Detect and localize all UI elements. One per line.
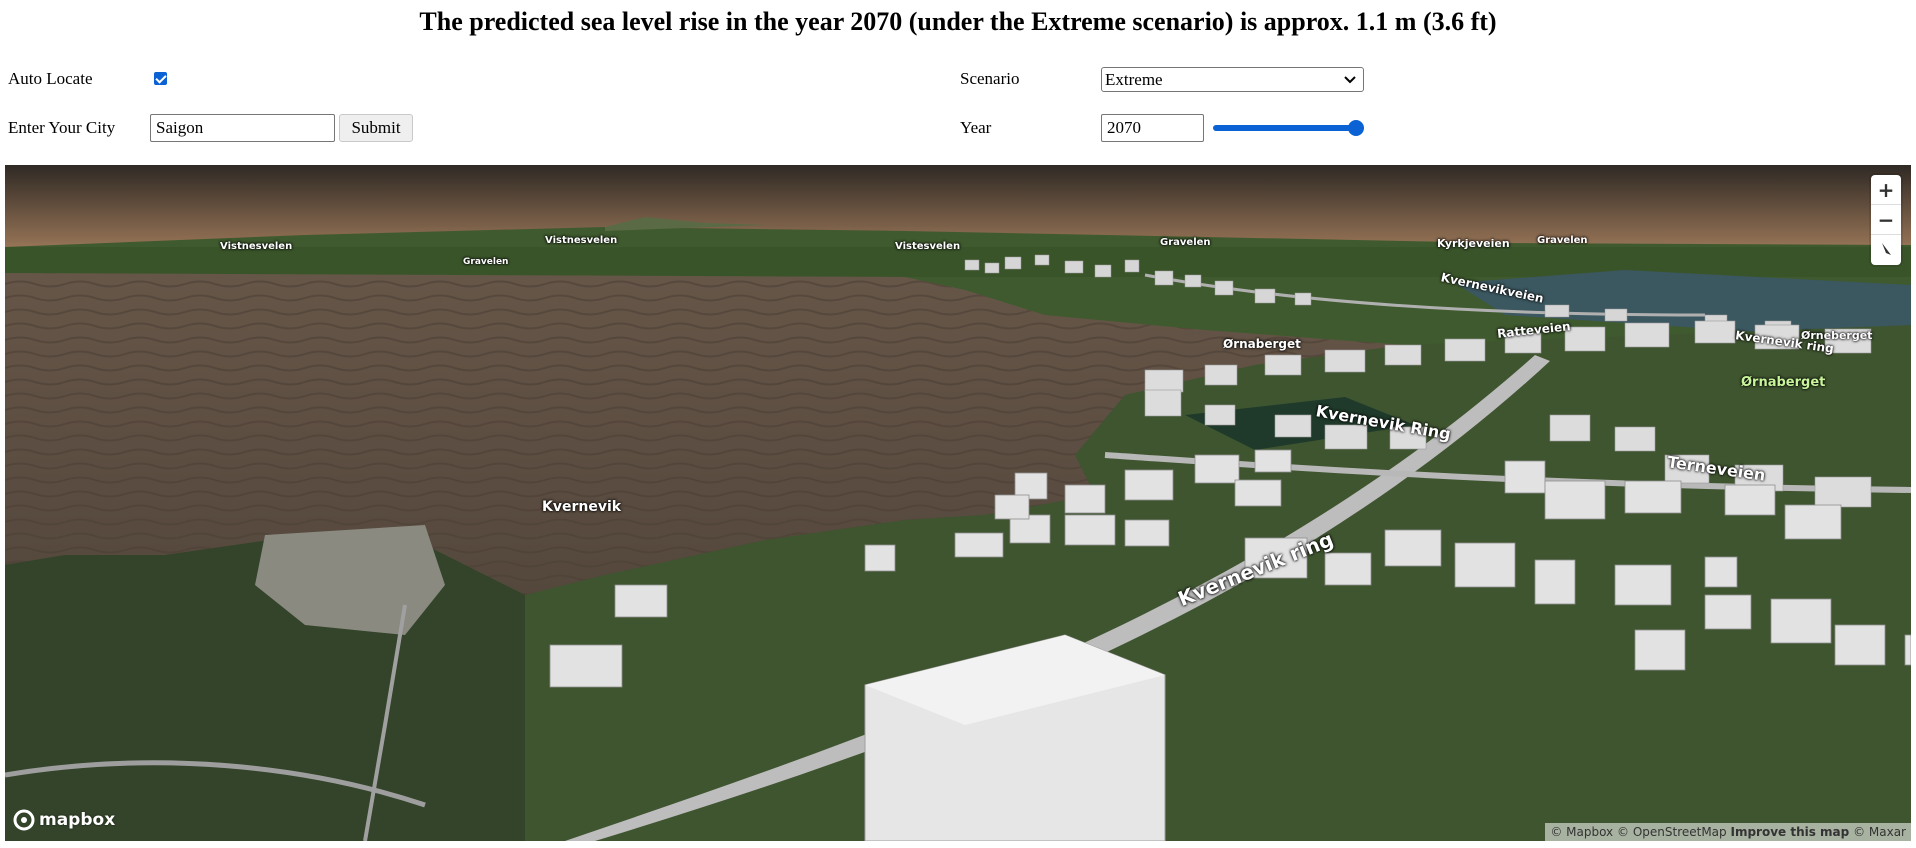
map-attribution: © Mapbox © OpenStreetMap Improve this ma…: [1545, 823, 1911, 841]
compass-icon: [1882, 243, 1891, 255]
map-label: Kyrkjeveien: [1437, 237, 1510, 250]
year-label: Year: [960, 118, 992, 137]
map-label: Kvernevik: [542, 499, 622, 515]
zoom-out-button[interactable]: −: [1871, 205, 1901, 235]
year-slider-thumb[interactable]: [1348, 120, 1364, 136]
improve-map-link[interactable]: Improve this map: [1730, 825, 1849, 839]
zoom-in-button[interactable]: +: [1871, 175, 1901, 205]
scenario-label: Scenario: [960, 69, 1020, 88]
map-label: Vistnesvelen: [220, 241, 293, 252]
map-label: Vistnesvelen: [545, 235, 618, 246]
map-label: Vistesvelen: [895, 241, 961, 252]
auto-locate-checkbox[interactable]: [154, 72, 167, 85]
city-input[interactable]: [150, 114, 335, 142]
attribution-maxar[interactable]: © Maxar: [1853, 825, 1906, 839]
map-label: Gravelen: [463, 257, 509, 267]
map-navigation-control: + −: [1871, 175, 1901, 265]
attribution-osm[interactable]: © OpenStreetMap: [1617, 825, 1727, 839]
scenario-selected-value: Extreme: [1105, 70, 1163, 89]
map-label: Gravelen: [1537, 235, 1588, 246]
year-slider[interactable]: [1211, 118, 1367, 138]
map-label: Ørnaberget: [1223, 337, 1301, 351]
map-label: Ørneberget: [1801, 329, 1873, 342]
attribution-mapbox[interactable]: © Mapbox: [1550, 825, 1613, 839]
map-view[interactable]: Vistnesvelen Vistnesvelen Vistesvelen Gr…: [5, 165, 1911, 841]
mapbox-logo[interactable]: mapbox: [13, 809, 115, 831]
chevron-down-icon: [1344, 76, 1356, 84]
map-label: Ørnaberget: [1741, 375, 1826, 390]
mapbox-logo-icon: [13, 809, 35, 831]
mapbox-logo-text: mapbox: [39, 810, 116, 830]
year-slider-track: [1213, 125, 1361, 131]
compass-button[interactable]: [1871, 235, 1901, 265]
scenario-select[interactable]: Extreme: [1101, 67, 1364, 92]
auto-locate-label: Auto Locate: [8, 69, 93, 88]
submit-button[interactable]: Submit: [339, 114, 413, 142]
map-label: Gravelen: [1160, 237, 1211, 248]
map-scene: [5, 165, 1911, 841]
page-title: The predicted sea level rise in the year…: [419, 7, 1497, 36]
year-input[interactable]: [1101, 114, 1204, 142]
city-label: Enter Your City: [8, 118, 116, 137]
